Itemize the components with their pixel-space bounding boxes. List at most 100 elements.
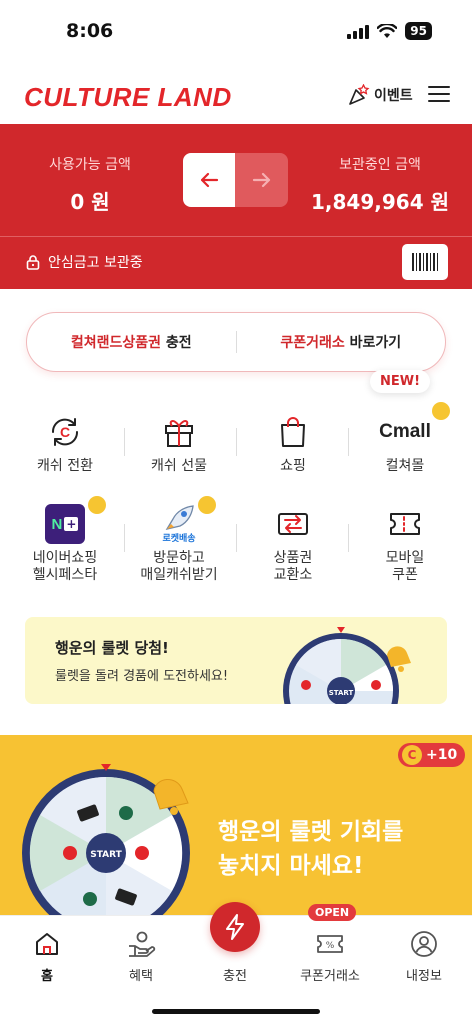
menu-cash-gift[interactable]: 캐쉬 선물 bbox=[120, 408, 238, 475]
coin-dot bbox=[198, 496, 216, 514]
home-indicator bbox=[152, 1009, 320, 1014]
lightning-icon bbox=[226, 914, 244, 940]
available-balance: 사용가능 금액 0 원 bbox=[30, 154, 150, 215]
menu-culture-mall[interactable]: Cmall 컬쳐몰 bbox=[346, 402, 464, 475]
tab-label: 홈 bbox=[41, 969, 53, 984]
charge-fab-button[interactable] bbox=[210, 902, 260, 952]
app-logo[interactable]: CULTURE LAND bbox=[24, 82, 232, 113]
coin-dot bbox=[88, 496, 106, 514]
transfer-left-button[interactable] bbox=[183, 153, 235, 207]
rocket-icon: 로켓배송 bbox=[120, 496, 238, 548]
transfer-toggle bbox=[183, 153, 288, 207]
naver-plus-icon: N + bbox=[6, 496, 124, 548]
roulette-big-text: 행운의 룰렛 기회를 놓치지 마세요! bbox=[218, 815, 403, 883]
wifi-icon bbox=[377, 23, 398, 38]
barcode-button[interactable] bbox=[402, 244, 448, 280]
roulette-big-line2: 놓치지 마세요! bbox=[218, 853, 364, 879]
coupon-link-red: 쿠폰거래소 bbox=[280, 335, 345, 351]
menu-cash-convert[interactable]: C 캐쉬 전환 bbox=[6, 408, 124, 475]
menu-label: 방문하고 매일캐쉬받기 bbox=[140, 550, 218, 583]
charge-giftcard-link[interactable]: 컬쳐랜드상품권 충전 bbox=[27, 332, 236, 352]
charge-link-black: 충전 bbox=[161, 335, 192, 351]
party-popper-icon bbox=[349, 84, 370, 105]
benefit-icon bbox=[94, 928, 188, 960]
tab-coupon-exchange[interactable]: % 쿠폰거래소 bbox=[283, 928, 377, 984]
menu-label: 모바일 쿠폰 bbox=[385, 550, 425, 583]
menu-mobile-coupon[interactable]: 모바일 쿠폰 bbox=[346, 500, 464, 584]
coin-dot bbox=[432, 402, 450, 420]
menu-daily-visit[interactable]: 로켓배송 방문하고 매일캐쉬받기 bbox=[120, 496, 238, 584]
shopping-bag-icon bbox=[234, 408, 352, 456]
menu-label: 캐쉬 선물 bbox=[151, 458, 207, 474]
cash-plus-badge: C +10 bbox=[398, 743, 466, 767]
cmall-logo: Cmall bbox=[346, 402, 464, 456]
menu-giftcard-exchange[interactable]: 상품권 교환소 bbox=[234, 500, 352, 584]
menu-icon[interactable] bbox=[428, 86, 450, 104]
roulette-wheel-image: START bbox=[22, 764, 190, 915]
cmall-logo-text: Cmall bbox=[379, 421, 431, 442]
quick-links: 컬쳐랜드상품권 충전 쿠폰거래소 바로가기 bbox=[26, 312, 446, 372]
open-badge: OPEN bbox=[308, 904, 357, 921]
available-label: 사용가능 금액 bbox=[49, 157, 131, 173]
menu-label: 캐쉬 전환 bbox=[37, 458, 93, 474]
signal-icon bbox=[347, 23, 370, 39]
divider bbox=[0, 236, 472, 237]
event-label: 이벤트 bbox=[374, 88, 413, 104]
cash-convert-icon: C bbox=[6, 408, 124, 456]
tab-label: 혜택 bbox=[129, 969, 153, 984]
menu-label: 네이버쇼핑 헬시페스타 bbox=[32, 550, 98, 583]
stored-balance: 보관중인 금액 1,849,964 원 bbox=[310, 154, 450, 215]
status-time: 8:06 bbox=[66, 20, 114, 42]
lock-icon bbox=[26, 255, 40, 270]
transfer-right-button[interactable] bbox=[235, 153, 288, 207]
app-header: CULTURE LAND 이벤트 bbox=[0, 62, 472, 124]
tab-label: 쿠폰거래소 bbox=[300, 969, 360, 984]
tab-label: 충전 bbox=[223, 969, 247, 984]
safe-label: 안심금고 보관중 bbox=[48, 255, 143, 271]
new-badge: NEW! bbox=[370, 370, 431, 393]
stored-label: 보관중인 금액 bbox=[339, 157, 421, 173]
coin-icon: C bbox=[402, 745, 422, 765]
status-bar: 8:06 95 bbox=[0, 0, 472, 62]
roulette-wheel-image: START bbox=[283, 627, 411, 704]
roulette-big-line1: 행운의 룰렛 기회를 bbox=[218, 819, 404, 845]
battery-icon: 95 bbox=[405, 22, 432, 40]
charge-link-red: 컬쳐랜드상품권 bbox=[70, 335, 162, 351]
coupon-link-black: 바로가기 bbox=[344, 335, 402, 351]
roulette-small-subtitle: 룰렛을 돌려 경품에 도전하세요! bbox=[55, 669, 229, 684]
tab-my-info[interactable]: 내정보 bbox=[377, 928, 471, 984]
exchange-icon bbox=[234, 500, 352, 548]
menu-label: 컬쳐몰 bbox=[385, 458, 425, 474]
menu-label: 상품권 교환소 bbox=[273, 550, 313, 583]
stored-value: 1,849,964 원 bbox=[311, 190, 449, 214]
rocket-caption: 로켓배송 bbox=[162, 533, 196, 544]
ticket-icon bbox=[346, 500, 464, 548]
menu-naver-shopping[interactable]: N + 네이버쇼핑 헬시페스타 bbox=[6, 496, 124, 584]
available-value: 0 원 bbox=[70, 190, 110, 214]
roulette-banner-large[interactable]: START C +10 행운의 룰렛 기회를 놓치지 마세요! bbox=[0, 735, 472, 915]
balance-panel: 사용가능 금액 0 원 보관중인 금액 1,849,964 원 안심금고 보관중 bbox=[0, 124, 472, 289]
arrow-right-icon bbox=[252, 172, 270, 188]
gift-icon bbox=[120, 408, 238, 456]
user-icon bbox=[377, 928, 471, 960]
svg-text:C: C bbox=[60, 424, 70, 440]
bottom-tab-bar: 홈 혜택 충전 % 쿠폰거래소 OPEN 내정보 bbox=[0, 902, 472, 1024]
tab-home[interactable]: 홈 bbox=[0, 928, 94, 984]
badge-value: +10 bbox=[426, 747, 458, 763]
svg-text:%: % bbox=[326, 941, 335, 951]
menu-label: 쇼핑 bbox=[280, 458, 306, 474]
roulette-banner-small[interactable]: 행운의 룰렛 당첨! 룰렛을 돌려 경품에 도전하세요! START bbox=[25, 617, 447, 704]
roulette-big-start: START bbox=[90, 850, 122, 860]
event-button[interactable]: 이벤트 bbox=[348, 84, 413, 106]
roulette-small-start: START bbox=[329, 689, 354, 697]
roulette-small-title: 행운의 룰렛 당첨! bbox=[55, 639, 169, 657]
barcode-icon bbox=[412, 253, 438, 271]
safe-vault-link[interactable]: 안심금고 보관중 bbox=[26, 252, 143, 272]
menu-shopping[interactable]: 쇼핑 bbox=[234, 408, 352, 475]
coupon-icon: % bbox=[283, 928, 377, 960]
arrow-left-icon bbox=[200, 172, 219, 188]
tab-benefit[interactable]: 혜택 bbox=[94, 928, 188, 984]
coupon-exchange-link[interactable]: 쿠폰거래소 바로가기 bbox=[237, 332, 446, 352]
home-icon bbox=[0, 928, 94, 960]
tab-label: 내정보 bbox=[406, 969, 442, 984]
